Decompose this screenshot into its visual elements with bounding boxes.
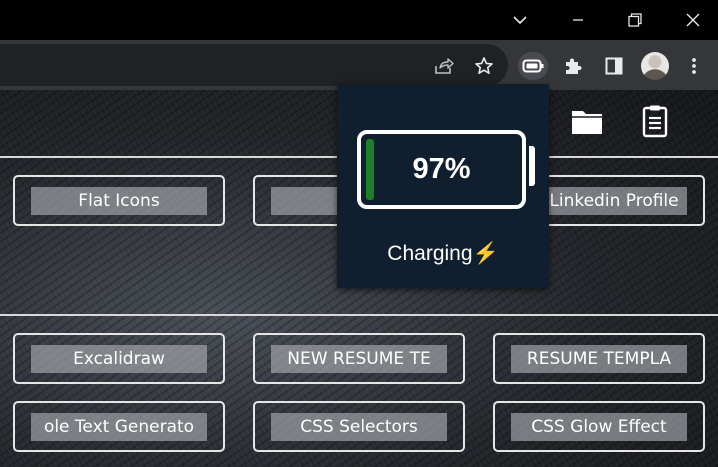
card-label: CSS Selectors <box>271 413 447 441</box>
battery-percent: 97% <box>412 153 471 185</box>
link-card-resume-template[interactable]: RESUME TEMPLA <box>493 333 705 384</box>
card-label: Excalidraw <box>31 345 207 373</box>
battery-popup: 97% Charging⚡ <box>337 84 549 288</box>
side-panel-button[interactable] <box>599 52 629 80</box>
kebab-menu-icon <box>692 58 696 74</box>
extensions-button[interactable] <box>558 52 588 80</box>
bookmark-star-icon <box>475 57 493 74</box>
card-label: CSS Glow Effect <box>511 413 687 441</box>
card-label: NEW RESUME TE <box>271 345 447 373</box>
link-card-css-selectors[interactable]: CSS Selectors <box>253 401 465 452</box>
charging-status-label: Charging <box>387 242 473 265</box>
folder-icon[interactable] <box>570 106 604 140</box>
tab-search-button[interactable] <box>491 0 549 40</box>
close-button[interactable] <box>664 0 718 40</box>
chrome-menu-button[interactable] <box>679 52 709 80</box>
card-label: RESUME TEMPLA <box>511 345 687 373</box>
minimize-button[interactable] <box>549 0 607 40</box>
restore-icon <box>628 13 642 27</box>
clipboard-icon[interactable] <box>642 104 668 142</box>
battery-extension-icon <box>522 59 544 73</box>
maximize-button[interactable] <box>606 0 664 40</box>
side-panel-icon <box>605 57 623 75</box>
link-card-css-glow[interactable]: CSS Glow Effect <box>493 401 705 452</box>
link-card-excalidraw[interactable]: Excalidraw <box>13 333 225 384</box>
chevron-down-icon <box>513 16 527 25</box>
battery-indicator: 97% <box>357 130 526 209</box>
card-label: Linkedin Profile <box>541 187 687 215</box>
battery-extension-button[interactable] <box>518 52 548 80</box>
bookmark-star-button[interactable] <box>469 52 499 80</box>
share-button[interactable] <box>429 52 459 80</box>
link-card-new-resume[interactable]: NEW RESUME TE <box>253 333 465 384</box>
link-card-text-generator[interactable]: ole Text Generato <box>13 401 225 452</box>
charging-status: Charging⚡ <box>337 242 549 266</box>
battery-terminal <box>529 146 535 186</box>
card-label: ole Text Generato <box>31 413 207 441</box>
window-titlebar <box>0 0 718 40</box>
share-icon <box>435 58 454 74</box>
puzzle-icon <box>566 58 582 74</box>
link-card-flat-icons[interactable]: Flat Icons <box>13 175 225 226</box>
profile-avatar[interactable] <box>641 52 669 80</box>
lightning-icon: ⚡ <box>472 242 499 265</box>
divider <box>0 314 718 316</box>
close-icon <box>686 13 700 27</box>
card-label: Flat Icons <box>31 187 207 215</box>
minimize-icon <box>573 19 583 21</box>
